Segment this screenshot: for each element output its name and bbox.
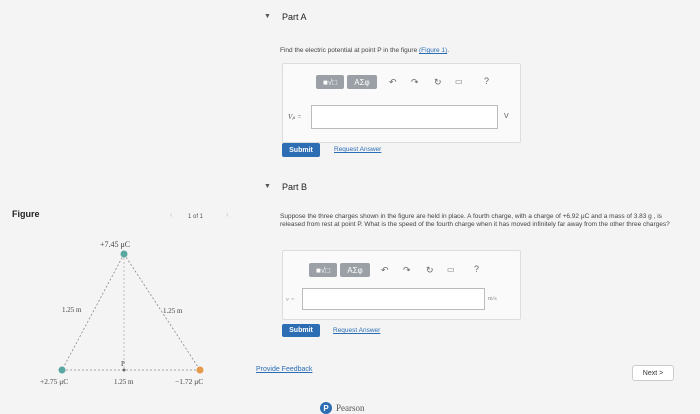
part-b-undo-icon[interactable]: ↶ [381,265,389,276]
part-a-question: Find the electric potential at point P i… [280,47,660,55]
part-a-help-icon[interactable]: ? [484,76,489,86]
part-b-request-answer-link[interactable]: Request Answer [333,327,380,334]
bottom-mid-label: 1.25 m [114,378,134,386]
pearson-brand: Pearson [336,403,365,413]
part-b-collapse-icon[interactable]: ▼ [264,183,271,190]
part-a-reset-icon[interactable]: ↻ [434,77,442,88]
part-b-symbols-button[interactable]: ΑΣφ [340,263,370,277]
part-b-var-label: v = [286,296,295,303]
next-button[interactable]: Next > [632,365,674,381]
part-b-answer-input[interactable] [302,288,485,310]
part-a-header[interactable]: Part A [282,12,307,22]
left-side-label: 1.25 m [62,306,82,314]
right-charge-dot [196,366,204,374]
part-b-redo-icon[interactable]: ↷ [403,265,411,276]
part-a-collapse-icon[interactable]: ▼ [264,13,271,20]
part-a-symbols-button[interactable]: ΑΣφ [347,75,377,89]
part-b-keyboard-icon[interactable]: ▭ [447,265,455,274]
bottom-left-charge-label: +2.75 μC [40,377,68,386]
point-p-dot [122,368,126,372]
part-a-submit-button[interactable]: Submit [282,143,320,157]
part-b-reset-icon[interactable]: ↻ [426,265,434,276]
part-a-redo-icon[interactable]: ↷ [411,77,419,88]
part-b-templates-button[interactable]: ■√□ [309,263,337,277]
top-charge-dot [120,250,128,258]
part-b-header[interactable]: Part B [282,182,307,192]
top-charge-label: +7.45 μC [100,240,130,249]
provide-feedback-link[interactable]: Provide Feedback [256,366,312,373]
bottom-right-charge-label: −1.72 μC [175,377,203,386]
part-a-unit: V [504,113,509,120]
part-a-var-label: Vₚ = [288,113,302,121]
part-a-undo-icon[interactable]: ↶ [389,77,397,88]
part-a-templates-button[interactable]: ■√□ [316,75,344,89]
point-p-label: P [121,360,125,368]
left-charge-dot [58,366,66,374]
part-a-question-end: . [447,47,449,54]
part-b-submit-button[interactable]: Submit [282,324,320,337]
part-a-keyboard-icon[interactable]: ▭ [455,77,463,86]
figure-link[interactable]: (Figure 1) [419,47,447,54]
part-a-question-text: Find the electric potential at point P i… [280,47,419,54]
pearson-logo-icon: P [320,402,332,414]
part-b-question: Suppose the three charges shown in the f… [280,213,670,228]
part-b-unit: m/s [488,296,497,302]
right-side-label: 1.25 m [163,307,183,315]
part-a-answer-input[interactable] [311,105,498,129]
charge-triangle-figure: +7.45 μC 1.25 m 1.25 m P +2.75 μC 1.25 m… [40,240,204,386]
part-a-request-answer-link[interactable]: Request Answer [334,146,381,153]
part-b-help-icon[interactable]: ? [474,264,479,274]
right-side-line [123,253,201,371]
